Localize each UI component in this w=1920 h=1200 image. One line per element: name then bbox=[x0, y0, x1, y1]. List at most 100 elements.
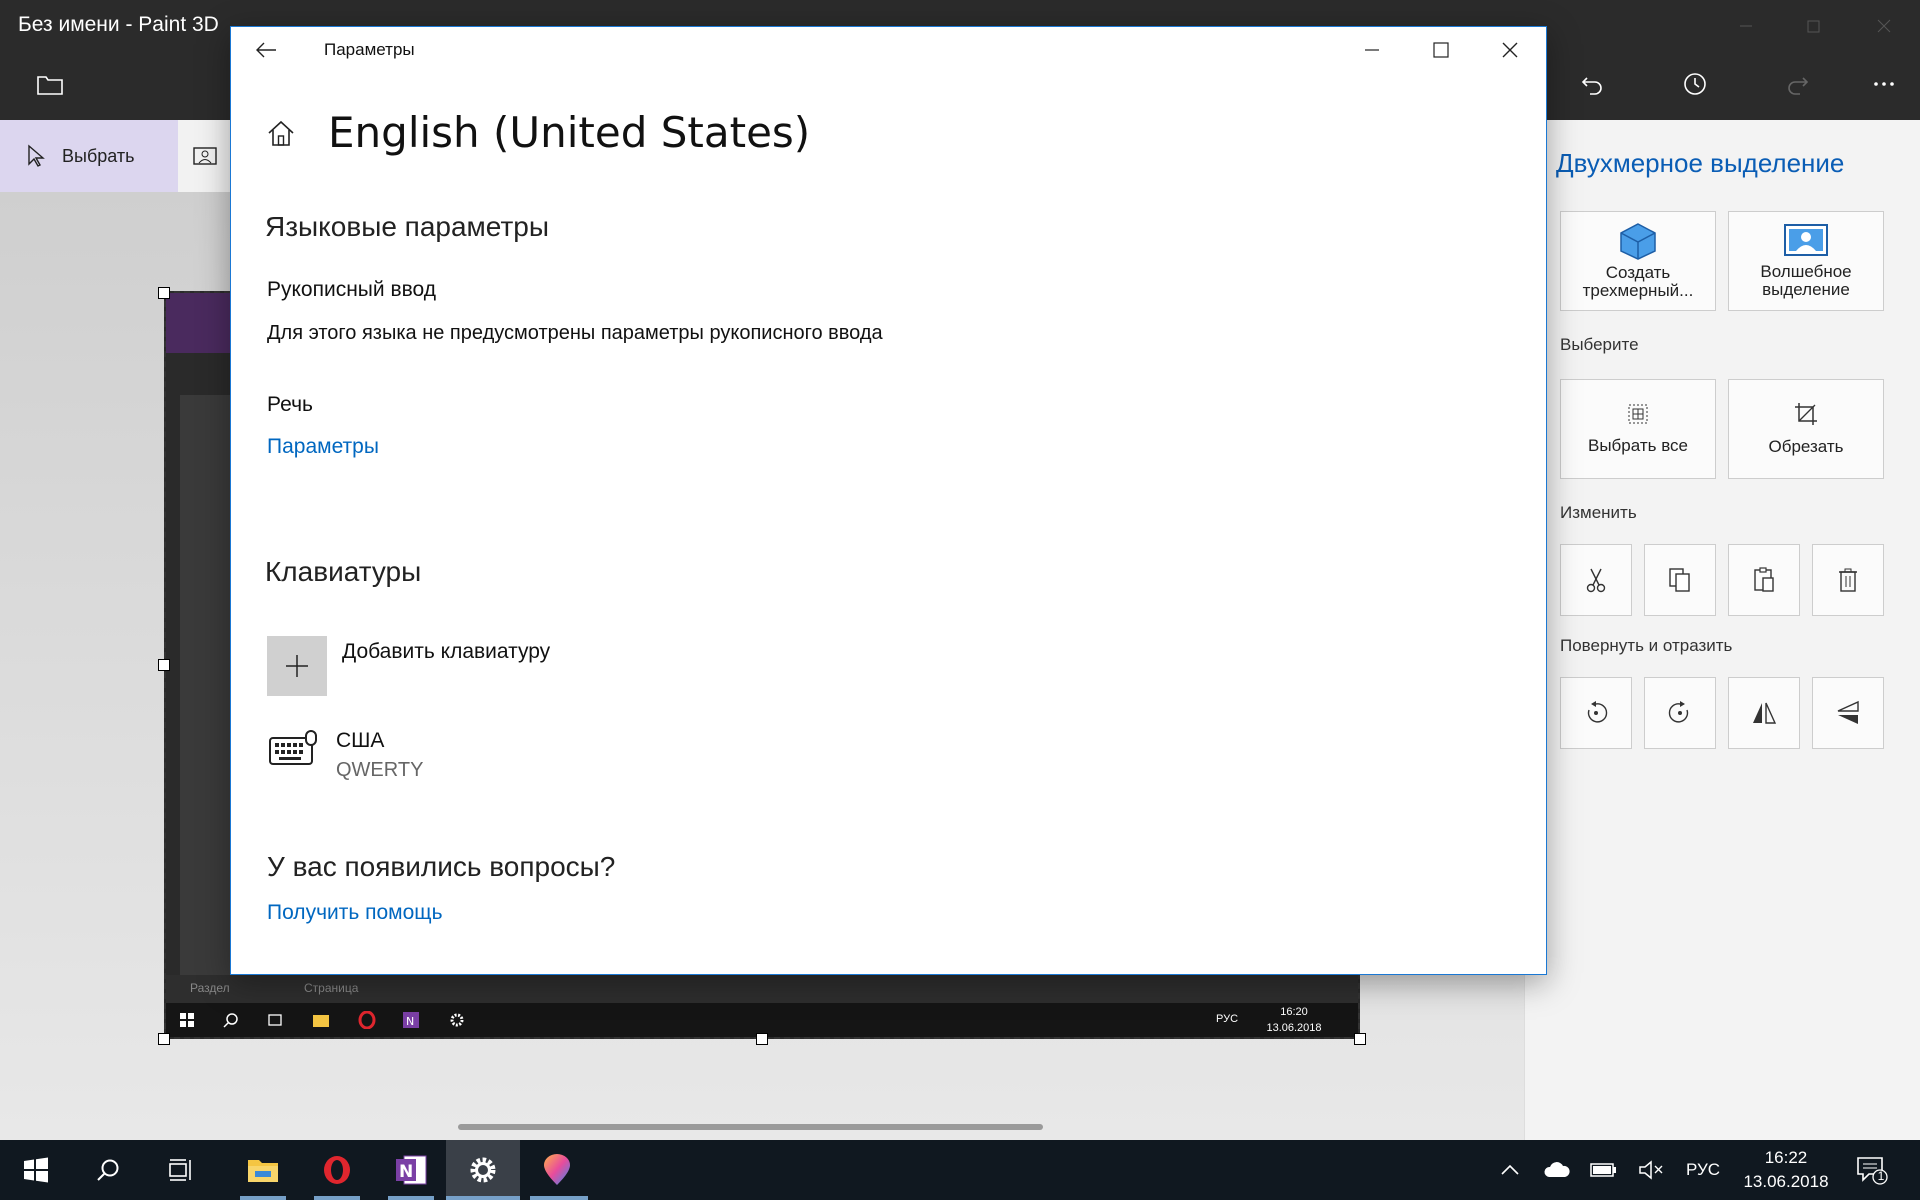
onenote-icon: N bbox=[394, 1154, 428, 1186]
settings-close-button[interactable] bbox=[1488, 30, 1532, 70]
copy-button[interactable] bbox=[1644, 544, 1716, 616]
undo-icon[interactable] bbox=[1572, 64, 1612, 104]
pasted-section-tab: Раздел bbox=[190, 981, 230, 995]
add-keyboard-button[interactable] bbox=[267, 636, 327, 696]
delete-button[interactable] bbox=[1812, 544, 1884, 616]
input-language-indicator[interactable]: РУС bbox=[1686, 1160, 1720, 1180]
tool-magic-select-button[interactable] bbox=[178, 120, 232, 192]
running-indicator bbox=[388, 1196, 434, 1200]
select-all-icon bbox=[1626, 402, 1650, 426]
selection-handle[interactable] bbox=[756, 1033, 768, 1045]
onenote-button[interactable]: N bbox=[391, 1150, 431, 1190]
crop-icon bbox=[1793, 401, 1819, 427]
copy-icon bbox=[1668, 567, 1692, 593]
cut-button[interactable] bbox=[1560, 544, 1632, 616]
rotate-left-button[interactable] bbox=[1560, 677, 1632, 749]
create-3d-button[interactable]: Создать трехмерный... bbox=[1560, 211, 1716, 311]
settings-minimize-button[interactable] bbox=[1350, 30, 1394, 70]
section-rotate-label: Повернуть и отразить bbox=[1560, 636, 1733, 655]
pasted-taskbar: N РУС 16:20 13.06.2018 bbox=[166, 1003, 1358, 1037]
crop-button[interactable]: Обрезать bbox=[1728, 379, 1884, 479]
cut-icon bbox=[1585, 567, 1607, 593]
cube-icon bbox=[1618, 222, 1658, 260]
selection-handle[interactable] bbox=[158, 1033, 170, 1045]
restore-icon[interactable] bbox=[1794, 12, 1834, 40]
rotate-left-icon bbox=[1583, 700, 1609, 726]
onedrive-button[interactable] bbox=[1537, 1150, 1577, 1190]
minimize-icon[interactable] bbox=[1726, 12, 1766, 40]
rotate-right-icon bbox=[1667, 700, 1693, 726]
home-icon[interactable] bbox=[266, 118, 296, 148]
pasted-page-tab: Страница bbox=[304, 981, 359, 995]
file-explorer-button[interactable] bbox=[243, 1150, 283, 1190]
flip-vertical-icon bbox=[1835, 700, 1861, 726]
create-3d-label: Создать трехмерный... bbox=[1582, 263, 1694, 300]
clock-date: 13.06.2018 bbox=[1743, 1172, 1829, 1191]
mini-onenote-icon: N bbox=[402, 1011, 420, 1029]
windows-logo-icon bbox=[23, 1157, 49, 1183]
svg-text:N: N bbox=[406, 1015, 414, 1028]
mini-taskview-icon bbox=[266, 1011, 284, 1029]
start-button[interactable] bbox=[16, 1150, 56, 1190]
mini-start-icon bbox=[178, 1011, 196, 1029]
folder-icon[interactable] bbox=[30, 64, 70, 104]
battery-icon bbox=[1590, 1162, 1618, 1178]
mini-tray-time: 16:20 bbox=[1280, 1006, 1308, 1018]
redo-icon[interactable] bbox=[1778, 64, 1818, 104]
history-icon[interactable] bbox=[1675, 64, 1715, 104]
selection-handle[interactable] bbox=[1354, 1033, 1366, 1045]
plus-icon bbox=[283, 652, 311, 680]
opera-button[interactable] bbox=[317, 1150, 357, 1190]
taskbar-clock[interactable]: 16:22 13.06.2018 bbox=[1740, 1146, 1832, 1194]
search-button[interactable] bbox=[88, 1150, 128, 1190]
task-view-icon bbox=[166, 1157, 194, 1183]
horizontal-scrollbar[interactable] bbox=[458, 1124, 1043, 1130]
flip-vertical-button[interactable] bbox=[1812, 677, 1884, 749]
battery-button[interactable] bbox=[1584, 1150, 1624, 1190]
add-keyboard-label[interactable]: Добавить клавиатуру bbox=[342, 640, 550, 664]
questions-heading: У вас появились вопросы? bbox=[267, 851, 616, 882]
running-indicator bbox=[446, 1196, 520, 1200]
tool-select-label: Выбрать bbox=[62, 145, 135, 166]
selection-handle[interactable] bbox=[158, 287, 170, 299]
magic-select-icon bbox=[1783, 223, 1829, 259]
keyboards-heading: Клавиатуры bbox=[265, 556, 422, 587]
folder-icon bbox=[247, 1156, 279, 1184]
volume-button[interactable] bbox=[1631, 1150, 1671, 1190]
flip-horizontal-button[interactable] bbox=[1728, 677, 1800, 749]
speech-settings-link[interactable]: Параметры bbox=[267, 435, 379, 459]
mini-opera-icon bbox=[358, 1011, 376, 1029]
paint3d-button[interactable] bbox=[537, 1150, 577, 1190]
cursor-icon bbox=[26, 144, 46, 168]
opera-icon bbox=[321, 1154, 353, 1186]
chevron-up-icon bbox=[1500, 1163, 1520, 1177]
crop-label: Обрезать bbox=[1768, 437, 1844, 456]
notification-count-badge: 1 bbox=[1877, 1169, 1885, 1183]
selection-handle[interactable] bbox=[158, 659, 170, 671]
show-hidden-icons-button[interactable] bbox=[1490, 1150, 1530, 1190]
get-help-link[interactable]: Получить помощь bbox=[267, 901, 443, 925]
keyboard-icon bbox=[268, 730, 320, 770]
back-arrow-icon bbox=[255, 41, 277, 59]
settings-app-button[interactable] bbox=[463, 1150, 503, 1190]
paste-button[interactable] bbox=[1728, 544, 1800, 616]
pasted-bottom-bar: Раздел Страница bbox=[166, 975, 1358, 1003]
magic-select-icon bbox=[192, 145, 218, 167]
select-all-button[interactable]: Выбрать все bbox=[1560, 379, 1716, 479]
gear-icon bbox=[468, 1155, 498, 1185]
svg-text:N: N bbox=[399, 1162, 413, 1182]
task-view-button[interactable] bbox=[160, 1150, 200, 1190]
settings-maximize-button[interactable] bbox=[1419, 30, 1463, 70]
speech-heading: Речь bbox=[267, 393, 313, 416]
rotate-right-button[interactable] bbox=[1644, 677, 1716, 749]
mini-settings-icon bbox=[448, 1011, 466, 1029]
running-indicator bbox=[240, 1196, 286, 1200]
more-icon[interactable] bbox=[1864, 64, 1904, 104]
close-icon[interactable] bbox=[1864, 12, 1904, 40]
keyboard-name[interactable]: США bbox=[336, 729, 384, 753]
tool-select-button[interactable]: Выбрать bbox=[0, 120, 178, 192]
mini-tray-lang: РУС bbox=[1216, 1013, 1239, 1025]
back-button[interactable] bbox=[244, 30, 288, 70]
magic-select-button[interactable]: Волшебное выделение bbox=[1728, 211, 1884, 311]
running-indicator bbox=[314, 1196, 360, 1200]
